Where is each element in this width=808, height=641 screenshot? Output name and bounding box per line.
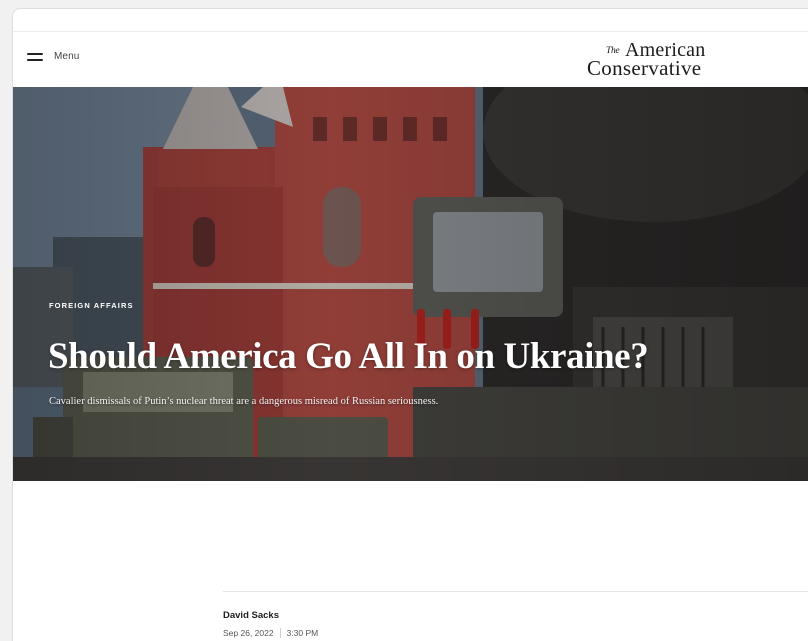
site-logo[interactable]: The American Conservative <box>587 40 737 80</box>
article-title: Should America Go All In on Ukraine? <box>48 336 649 377</box>
top-strip <box>13 9 808 31</box>
logo-the: The <box>606 46 620 56</box>
menu-label: Menu <box>54 51 80 62</box>
publish-date: Sep 26, 2022 <box>223 628 274 638</box>
hamburger-icon <box>27 52 43 62</box>
author-name[interactable]: David Sacks <box>223 610 279 621</box>
publish-time: 3:30 PM <box>286 628 319 638</box>
hero-banner: FOREIGN AFFAIRS Should America Go All In… <box>13 87 808 481</box>
publish-meta: Sep 26, 2022 3:30 PM <box>223 628 318 638</box>
site-header: Menu The American Conservative <box>13 31 808 87</box>
hero-overlay <box>13 87 808 481</box>
logo-conservative: Conservative <box>587 56 702 80</box>
meta-separator <box>279 628 281 638</box>
article-dek: Cavalier dismissals of Putin’s nuclear t… <box>49 396 439 407</box>
menu-button[interactable]: Menu <box>27 51 79 62</box>
browser-viewport: Menu The American Conservative FOREIGN A… <box>12 8 808 641</box>
byline-divider <box>223 591 808 592</box>
category-label[interactable]: FOREIGN AFFAIRS <box>49 301 134 310</box>
